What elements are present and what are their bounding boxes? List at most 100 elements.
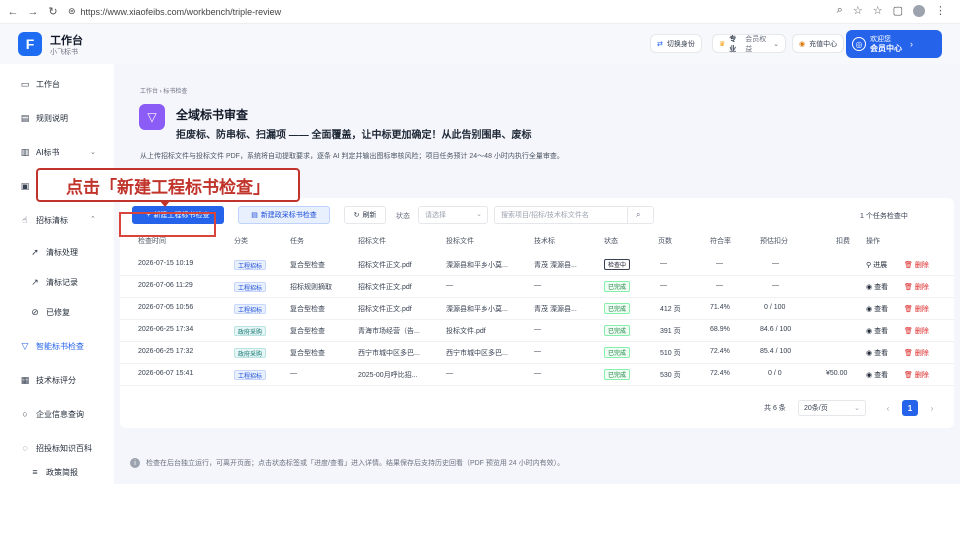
delete-button[interactable]: 🗑︎ 删除 <box>904 282 929 292</box>
tender-file[interactable]: 2025-00月呼比招... <box>358 370 418 380</box>
url-text: https://www.xiaofeibs.com/workbench/trip… <box>80 6 282 17</box>
member-pill[interactable]: ♛ 专业 会员权益 ⌄ <box>712 34 786 53</box>
tender-file[interactable]: 招标文件正文.pdf <box>358 304 412 314</box>
sidebar-item-bid-clearing[interactable]: ☝ 招标清标 <box>20 212 68 228</box>
sidebar-item-smart-check[interactable]: ▽ 智能标书检查 <box>20 338 84 354</box>
check-time: 2026-07-05 10:56 <box>138 304 194 311</box>
sidebar-item-label: 技术标评分 <box>36 375 76 385</box>
eye-icon: ◉ <box>866 328 873 335</box>
address-bar[interactable]: ⊜ https://www.xiaofeibs.com/workbench/tr… <box>68 6 281 17</box>
compliance-rate: — <box>716 260 723 267</box>
view-button[interactable]: ◉ 查看 <box>866 304 888 314</box>
zoom-icon[interactable]: ⌕ <box>837 4 843 17</box>
refresh-button[interactable]: ↻ 刷新 <box>344 206 386 224</box>
delete-button[interactable]: 🗑︎ 删除 <box>904 304 929 314</box>
sidebar-item-rules[interactable]: ▤ 规则说明 <box>20 110 68 126</box>
page-1-button[interactable]: 1 <box>902 400 918 416</box>
estimated-deduction: 0 / 0 <box>768 370 782 377</box>
status-badge[interactable]: 已完成 <box>604 369 631 380</box>
view-button[interactable]: ◉ 查看 <box>866 348 888 358</box>
page-count: 412 页 <box>660 306 681 313</box>
progress-icon: ⚲ <box>866 262 872 269</box>
sidebar-item-folder[interactable]: ▣ <box>20 178 30 194</box>
page-title: 全域标书审查 <box>176 108 249 122</box>
search-icon[interactable]: ⌕ <box>636 210 640 220</box>
forward-icon[interactable]: → <box>26 6 40 18</box>
sidebar-item-ai-bid[interactable]: ▥ AI标书 <box>20 144 60 160</box>
bookmarks-icon[interactable]: ☆ <box>873 4 883 17</box>
recharge-label: 充值中心 <box>809 40 838 48</box>
bid-file[interactable]: 西宁市城中区多巴... <box>446 348 508 358</box>
bookmark-star-icon[interactable]: ☆ <box>853 4 863 17</box>
chevron-down-icon: ⌄ <box>773 40 779 48</box>
sidebar-item-repaired[interactable]: ⊘ 已修复 <box>30 304 70 320</box>
footer-note: i 检查在后台独立运行，可离开页面；点击状态标签或「进度/查看」进入详情。结果保… <box>130 458 564 468</box>
view-button[interactable]: ◉ 查看 <box>866 282 888 292</box>
chevron-right-icon: › <box>910 39 913 49</box>
prev-page-button[interactable]: ‹ <box>880 400 896 416</box>
estimated-deduction: 85.4 / 100 <box>760 348 792 355</box>
status-badge[interactable]: 已完成 <box>604 281 631 292</box>
bid-file[interactable]: 溧源县和平乡小莫... <box>446 304 508 314</box>
status-badge[interactable]: 检查中 <box>604 259 631 270</box>
delete-button[interactable]: 🗑︎ 删除 <box>904 370 929 380</box>
sidebar-item-clearing-process[interactable]: ➚ 清标处理 <box>30 244 78 260</box>
bid-file: — <box>446 370 453 377</box>
sidebar-item-knowledge[interactable]: ◌ 招投标知识百科 <box>20 440 92 456</box>
action-label: 查看 <box>874 372 889 379</box>
user-center-card[interactable]: ◎ 欢迎您 会员中心 › <box>846 30 942 58</box>
sidebar-item-policy[interactable]: ≡ 政策简报 <box>30 464 78 480</box>
estimated-deduction: — <box>772 282 779 289</box>
reload-icon[interactable]: ↻ <box>46 5 60 18</box>
annotation-arrow <box>160 201 170 207</box>
document-icon: ▤ <box>20 112 30 123</box>
tender-file[interactable]: 西宁市城中区多巴... <box>358 348 420 358</box>
chevron-down-icon[interactable]: ⌄ <box>90 148 96 156</box>
bid-file[interactable]: 溧源县和平乡小莫... <box>446 260 508 270</box>
compliance-rate: 72.4% <box>710 370 730 377</box>
book-icon: ▥ <box>20 146 30 157</box>
view-button[interactable]: ◉ 查看 <box>866 370 888 380</box>
tender-file[interactable]: 招标文件正文.pdf <box>358 260 412 270</box>
tech-file[interactable]: 青茂 溧源县... <box>534 304 577 314</box>
sidebar-item-company-search[interactable]: ○ 企业信息查询 <box>20 406 84 422</box>
menu-icon[interactable]: ⋮ <box>935 4 946 17</box>
status-badge[interactable]: 已完成 <box>604 325 631 336</box>
view-button[interactable]: ◉ 查看 <box>866 326 888 336</box>
progress-button[interactable]: ⚲ 进展 <box>866 260 887 270</box>
list-icon: ≡ <box>32 467 38 477</box>
column-header: 页数 <box>658 238 672 245</box>
action-label: 删除 <box>914 350 929 357</box>
chevron-down-icon: ⌄ <box>476 211 482 218</box>
delete-button[interactable]: 🗑︎ 删除 <box>904 326 929 336</box>
sidebar-item-workbench[interactable]: ▭ 工作台 <box>20 76 60 92</box>
back-icon[interactable]: ← <box>6 6 20 18</box>
page-count: 530 页 <box>660 372 681 379</box>
status-badge[interactable]: 已完成 <box>604 347 631 358</box>
sidebar-item-clearing-records[interactable]: ↗ 清标记录 <box>30 274 78 290</box>
sidebar-item-tech-score[interactable]: ▦ 技术标评分 <box>20 372 76 388</box>
tender-file[interactable]: 青海市场经营（告... <box>358 326 420 336</box>
status-badge[interactable]: 已完成 <box>604 303 631 314</box>
tender-file[interactable]: 招标文件正文.pdf <box>358 282 412 292</box>
chevron-up-icon[interactable]: ⌃ <box>90 215 96 223</box>
switch-icon: ⇄ <box>657 40 663 48</box>
eye-icon: ◉ <box>866 350 873 357</box>
profile-avatar[interactable] <box>913 4 925 17</box>
recharge-button[interactable]: ◉ 充值中心 <box>792 34 845 53</box>
estimated-deduction: 0 / 100 <box>764 304 786 311</box>
status-select[interactable]: 请选择 ⌄ <box>418 206 488 224</box>
filter-icon: ▽ <box>21 340 29 351</box>
tab-icon[interactable]: ▢ <box>893 4 903 17</box>
action-label: 查看 <box>874 284 889 291</box>
delete-button[interactable]: 🗑︎ 删除 <box>904 260 929 270</box>
new-government-check-button[interactable]: ▤ 新建政采标书检查 <box>238 206 330 224</box>
next-page-button[interactable]: › <box>924 400 940 416</box>
sidebar-item-label: 已修复 <box>46 307 70 317</box>
bid-file[interactable]: 投标文件.pdf <box>446 326 486 336</box>
search-input[interactable]: 搜索项目/招标/技术标文件名 ⌕ <box>494 206 654 224</box>
page-size-select[interactable]: 20条/页 ⌄ <box>798 400 866 416</box>
delete-button[interactable]: 🗑︎ 删除 <box>904 348 929 358</box>
search-icon: ○ <box>22 409 28 419</box>
switch-identity-button[interactable]: ⇄ 切换身份 <box>650 34 702 53</box>
